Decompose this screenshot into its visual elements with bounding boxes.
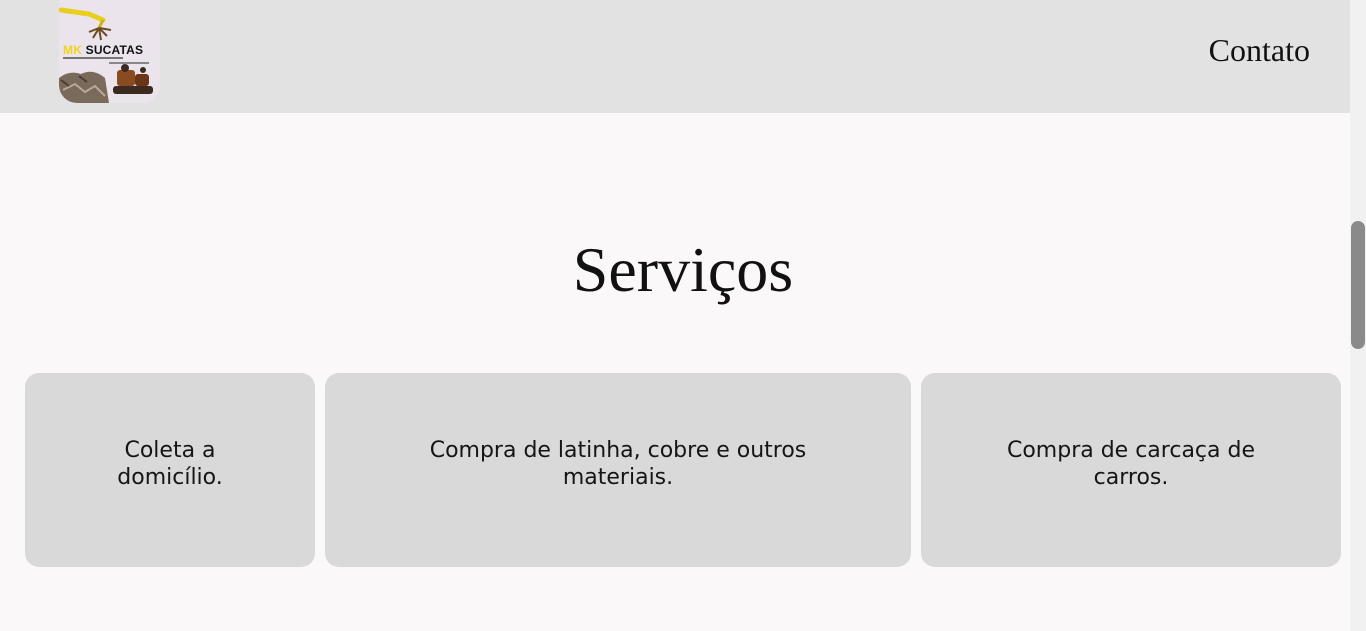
- page: MK SUCATAS Contato Serviços Coleta a dom…: [0, 0, 1366, 631]
- services-title: Serviços: [572, 234, 794, 305]
- site-logo[interactable]: MK SUCATAS: [59, 0, 160, 103]
- logo-brand-name: SUCATAS: [85, 43, 144, 57]
- nav-contact-link[interactable]: Contato: [1209, 31, 1310, 69]
- scrollbar-thumb[interactable]: [1351, 221, 1365, 349]
- service-card: Coleta a domicílio.: [25, 373, 315, 567]
- service-card-label: Coleta a domicílio.: [117, 438, 223, 490]
- service-card: Compra de carcaça de carros.: [921, 373, 1341, 567]
- service-card-label: Compra de carcaça de carros.: [1006, 438, 1255, 490]
- vertical-scrollbar[interactable]: [1350, 0, 1366, 631]
- service-card: Compra de latinha, cobre e outros materi…: [325, 373, 911, 567]
- service-card-label: Compra de latinha, cobre e outros materi…: [429, 438, 807, 490]
- logo-wordmark: MK SUCATAS: [63, 43, 143, 57]
- site-header: MK SUCATAS Contato: [0, 0, 1350, 113]
- logo-prefix: MK: [63, 43, 83, 57]
